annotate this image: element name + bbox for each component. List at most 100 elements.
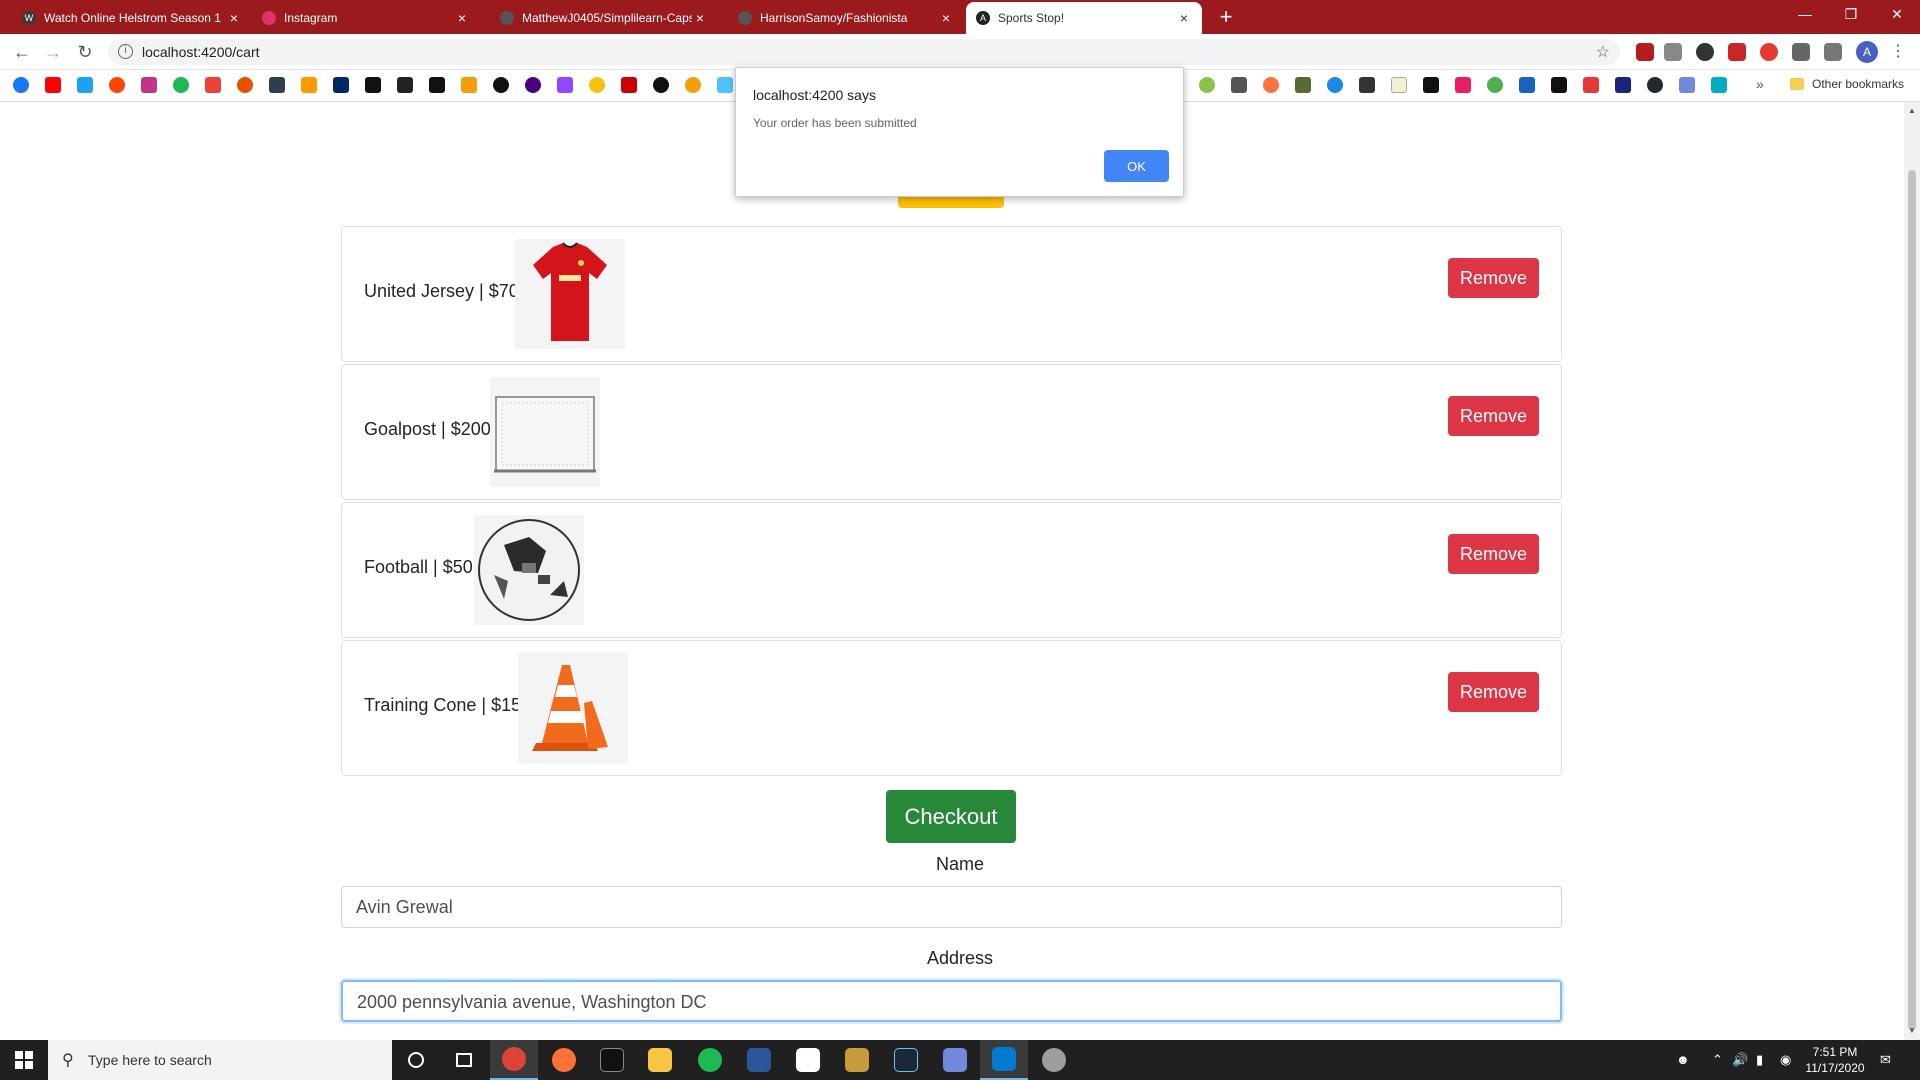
- remove-button[interactable]: Remove: [1448, 672, 1539, 712]
- scrollbar-thumb[interactable]: [1908, 170, 1916, 1030]
- bookmark-icon[interactable]: [269, 77, 285, 93]
- remove-button[interactable]: Remove: [1448, 396, 1539, 436]
- bookmark-icon[interactable]: [365, 77, 381, 93]
- github-icon[interactable]: [1647, 77, 1663, 93]
- puzzle-icon[interactable]: [1792, 43, 1810, 61]
- info-icon[interactable]: i: [118, 44, 133, 59]
- bookmarks-overflow-icon[interactable]: »: [1756, 76, 1764, 92]
- window-close-icon[interactable]: ✕: [1874, 0, 1920, 28]
- terminal-icon[interactable]: [588, 1040, 636, 1080]
- remove-button[interactable]: Remove: [1448, 258, 1539, 298]
- bookmark-icon[interactable]: [525, 77, 541, 93]
- bookmark-icon[interactable]: [1295, 77, 1311, 93]
- people-icon[interactable]: ☻: [1676, 1052, 1690, 1067]
- league-icon[interactable]: [833, 1040, 881, 1080]
- bookmark-icon[interactable]: [1487, 77, 1503, 93]
- taskbar-search[interactable]: ⚲ Type here to search: [48, 1040, 392, 1080]
- spotify-icon[interactable]: [173, 77, 189, 93]
- bookmark-icon[interactable]: [1327, 77, 1343, 93]
- profile-avatar[interactable]: A: [1856, 41, 1878, 63]
- bookmark-icon[interactable]: [717, 77, 733, 93]
- facebook-icon[interactable]: [13, 77, 29, 93]
- manutd-icon[interactable]: [237, 77, 253, 93]
- close-icon[interactable]: ×: [226, 10, 242, 26]
- bookmark-icon[interactable]: [1711, 77, 1727, 93]
- start-button[interactable]: [0, 1040, 48, 1080]
- url-text[interactable]: localhost:4200/cart: [142, 44, 260, 60]
- amazon-icon[interactable]: [301, 77, 317, 93]
- checkout-button[interactable]: Checkout: [886, 790, 1016, 843]
- bookmark-icon[interactable]: [1423, 77, 1439, 93]
- tab-simplilearn[interactable]: MatthewJ0405/Simplilearn-Capst ×: [490, 2, 718, 34]
- reload-icon[interactable]: ↻: [75, 42, 95, 62]
- bookmark-icon[interactable]: [397, 77, 413, 93]
- bookmark-icon[interactable]: [1615, 77, 1631, 93]
- tab-instagram[interactable]: Instagram ×: [252, 2, 480, 34]
- notification-icon[interactable]: ✉: [1880, 1052, 1891, 1068]
- wifi-icon[interactable]: ◉: [1780, 1052, 1791, 1068]
- bookmark-icon[interactable]: [333, 77, 349, 93]
- volume-icon[interactable]: 🔊: [1732, 1052, 1748, 1068]
- gmail-icon[interactable]: [205, 77, 221, 93]
- bookmark-icon[interactable]: [1231, 77, 1247, 93]
- bookmark-icon[interactable]: [1551, 77, 1567, 93]
- ok-button[interactable]: OK: [1104, 150, 1169, 182]
- bookmark-icon[interactable]: [1583, 77, 1599, 93]
- instagram-icon[interactable]: [141, 77, 157, 93]
- twitter-icon[interactable]: [77, 77, 93, 93]
- media-control-icon[interactable]: [1824, 43, 1842, 61]
- close-icon[interactable]: ×: [1176, 10, 1192, 26]
- scroll-down-icon[interactable]: ▼: [1908, 1026, 1916, 1035]
- chevron-up-icon[interactable]: ⌃: [1712, 1052, 1723, 1068]
- file-explorer-icon[interactable]: [636, 1040, 684, 1080]
- bookmark-icon[interactable]: [589, 77, 605, 93]
- more-menu-icon[interactable]: ⋮: [1890, 41, 1906, 61]
- spotify-icon[interactable]: [686, 1040, 734, 1080]
- discord-icon[interactable]: [1679, 77, 1695, 93]
- bookmark-icon[interactable]: [685, 77, 701, 93]
- close-icon[interactable]: ×: [692, 10, 708, 26]
- tab-sports-stop[interactable]: A Sports Stop! ×: [966, 2, 1202, 34]
- vscode-icon[interactable]: [980, 1040, 1028, 1080]
- youtube-icon[interactable]: [45, 77, 61, 93]
- close-icon[interactable]: ×: [938, 10, 954, 26]
- twitch-icon[interactable]: [557, 77, 573, 93]
- bookmark-icon[interactable]: [429, 77, 445, 93]
- other-bookmarks[interactable]: Other bookmarks: [1790, 77, 1904, 91]
- espn-icon[interactable]: [621, 77, 637, 93]
- new-tab-button[interactable]: +: [1214, 4, 1238, 30]
- scroll-up-icon[interactable]: ▲: [1908, 106, 1916, 115]
- bookmark-icon[interactable]: [1455, 77, 1471, 93]
- cortana-icon[interactable]: [392, 1040, 440, 1080]
- store-icon[interactable]: [784, 1040, 832, 1080]
- acrobat-extension-icon[interactable]: [1636, 43, 1654, 61]
- extension-icon[interactable]: [1696, 43, 1714, 61]
- clock[interactable]: 7:51 PM 11/17/2020: [1800, 1044, 1870, 1076]
- bookmark-icon[interactable]: [493, 77, 509, 93]
- page-scrollbar[interactable]: ▲ ▼: [1904, 102, 1920, 1040]
- bookmark-icon[interactable]: [1359, 77, 1375, 93]
- bookmark-star-icon[interactable]: ☆: [1596, 42, 1610, 62]
- battery-icon[interactable]: ▮: [1756, 1052, 1763, 1068]
- bookmark-icon[interactable]: [1519, 77, 1535, 93]
- app-icon[interactable]: [1030, 1040, 1078, 1080]
- close-icon[interactable]: ×: [454, 10, 470, 26]
- chrome-icon[interactable]: [490, 1040, 538, 1080]
- shield-extension-icon[interactable]: [1728, 43, 1746, 61]
- back-icon[interactable]: ←: [12, 42, 32, 62]
- bookmark-icon[interactable]: [461, 77, 477, 93]
- address-field[interactable]: 2000 pennsylvania avenue, Washington DC: [341, 980, 1562, 1022]
- bookmark-icon[interactable]: [1391, 77, 1407, 93]
- firefox-icon[interactable]: [540, 1040, 588, 1080]
- discord-icon[interactable]: [931, 1040, 979, 1080]
- task-view-icon[interactable]: [440, 1040, 488, 1080]
- restore-icon[interactable]: ❐: [1828, 0, 1874, 28]
- tab-helstrom[interactable]: W Watch Online Helstrom Season 1 ×: [12, 2, 252, 34]
- forward-icon[interactable]: →: [43, 42, 63, 62]
- extension-icon[interactable]: [1760, 43, 1778, 61]
- tnt-icon[interactable]: [653, 77, 669, 93]
- bookmark-icon[interactable]: [1199, 77, 1215, 93]
- reddit-icon[interactable]: [109, 77, 125, 93]
- tab-fashionista[interactable]: HarrisonSamoy/Fashionista ×: [728, 2, 964, 34]
- minimize-icon[interactable]: —: [1782, 0, 1828, 28]
